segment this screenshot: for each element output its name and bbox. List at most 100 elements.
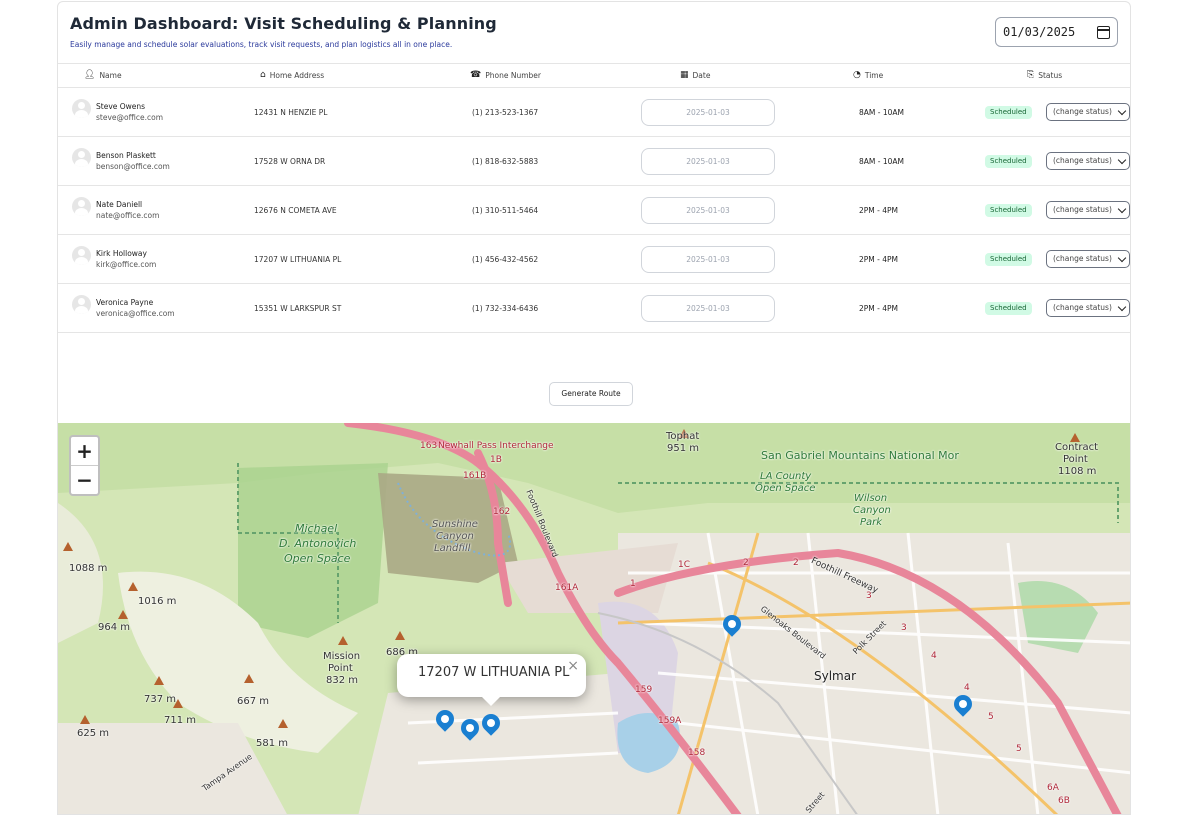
- home-icon: ⌂: [260, 70, 266, 80]
- row-phone: (1) 818-632-5883: [472, 157, 539, 166]
- row-name: Nate Daniell: [96, 200, 143, 209]
- map-label: Point: [1063, 454, 1088, 465]
- row-time: 8AM - 10AM: [859, 157, 904, 166]
- avatar: [72, 99, 91, 118]
- column-address: ⌂ Home Address: [260, 70, 325, 81]
- row-date-input[interactable]: 2025-01-03: [641, 246, 775, 273]
- avatar: [72, 246, 91, 265]
- change-status-label: (change status): [1053, 205, 1112, 214]
- map-label: Canyon: [853, 505, 891, 516]
- column-date: ▦ Date: [680, 71, 711, 81]
- avatar: [72, 295, 91, 314]
- table-row: Nate Daniell nate@office.com 12676 N COM…: [58, 186, 1130, 235]
- row-address: 17207 W LITHUANIA PL: [254, 255, 342, 264]
- zoom-control: + −: [69, 435, 100, 496]
- page-subtitle: Easily manage and schedule solar evaluat…: [70, 40, 453, 49]
- map-label: 163: [420, 441, 438, 451]
- change-status-select[interactable]: (change status): [1046, 299, 1130, 317]
- change-status-select[interactable]: (change status): [1046, 201, 1130, 219]
- generate-route-button[interactable]: Generate Route: [549, 382, 633, 406]
- table-row: Veronica Payne veronica@office.com 15351…: [58, 284, 1130, 333]
- map-label: Open Space: [284, 552, 351, 565]
- map-label: Point: [328, 663, 353, 674]
- column-time: ◔ Time: [853, 71, 883, 81]
- row-phone: (1) 456-432-4562: [472, 255, 539, 264]
- zoom-in-button[interactable]: +: [71, 437, 98, 466]
- chevron-down-icon: [1117, 253, 1127, 263]
- calendar-icon[interactable]: [1097, 25, 1110, 39]
- row-email: steve@office.com: [96, 113, 163, 122]
- map-label: 3: [901, 623, 907, 633]
- zoom-out-button[interactable]: −: [71, 466, 98, 494]
- phone-icon: ☎︎: [470, 70, 482, 80]
- map-label: 964 m: [98, 622, 131, 633]
- map-label: 2: [793, 558, 799, 568]
- map-label: 4: [931, 651, 937, 661]
- row-address: 12431 N HENZIE PL: [254, 108, 328, 117]
- map-label: Open Space: [755, 483, 816, 494]
- row-time: 2PM - 4PM: [859, 206, 899, 215]
- avatar: [72, 197, 91, 216]
- change-status-label: (change status): [1053, 254, 1112, 263]
- map-label: Newhall Pass Interchange: [438, 441, 554, 451]
- person-icon: 👤︎: [84, 70, 96, 80]
- row-date-input[interactable]: 2025-01-03: [641, 197, 775, 224]
- clipboard-icon: ⎘: [1027, 70, 1035, 80]
- row-date-input[interactable]: 2025-01-03: [641, 295, 775, 322]
- map-label: 159: [635, 685, 653, 695]
- row-name: Steve Owens: [96, 102, 146, 111]
- close-icon[interactable]: ×: [567, 658, 579, 674]
- map-label: Wilson: [854, 493, 888, 504]
- column-status: ⎘ Status: [1027, 70, 1063, 81]
- row-date-input[interactable]: 2025-01-03: [641, 148, 775, 175]
- map-label: 1016 m: [138, 596, 177, 607]
- row-time: 8AM - 10AM: [859, 108, 904, 117]
- column-name-label: Name: [99, 71, 122, 80]
- row-name: Kirk Holloway: [96, 249, 147, 258]
- table-row: Benson Plaskett benson@office.com 17528 …: [58, 137, 1130, 186]
- column-status-label: Status: [1038, 71, 1063, 80]
- table-row: Kirk Holloway kirk@office.com 17207 W LI…: [58, 235, 1130, 284]
- map-label: 4: [964, 683, 970, 693]
- row-phone: (1) 213-523-1367: [472, 108, 539, 117]
- map-label: 158: [688, 748, 706, 758]
- row-date-input[interactable]: 2025-01-03: [641, 99, 775, 126]
- row-phone: (1) 732-334-6436: [472, 304, 539, 313]
- map-label: 6A: [1047, 783, 1059, 793]
- change-status-select[interactable]: (change status): [1046, 103, 1130, 121]
- row-address: 12676 N COMETA AVE: [254, 206, 337, 215]
- map-label: 1C: [678, 560, 691, 570]
- row-phone: (1) 310-511-5464: [472, 206, 539, 215]
- table-header: 👤︎ Name ⌂ Home Address ☎︎ Phone Number ▦ Dat…: [58, 63, 1130, 88]
- row-address: 15351 W LARKSPUR ST: [254, 304, 342, 313]
- column-date-label: Date: [692, 71, 711, 80]
- change-status-label: (change status): [1053, 303, 1112, 312]
- map-label: Contract: [1055, 442, 1099, 453]
- avatar: [72, 148, 91, 167]
- row-time: 2PM - 4PM: [859, 255, 899, 264]
- chevron-down-icon: [1117, 302, 1127, 312]
- page-header: Admin Dashboard: Visit Scheduling & Plan…: [70, 14, 497, 49]
- change-status-select[interactable]: (change status): [1046, 152, 1130, 170]
- map-label: 5: [1016, 744, 1022, 754]
- map-label: 161B: [463, 471, 487, 481]
- column-phone: ☎︎ Phone Number: [470, 70, 541, 81]
- change-status-select[interactable]: (change status): [1046, 250, 1130, 268]
- date-filter-input[interactable]: 01/03/2025: [995, 17, 1118, 47]
- map-label: 832 m: [326, 675, 359, 686]
- map-label: 737 m: [144, 694, 177, 705]
- map-label: 6B: [1058, 796, 1070, 806]
- column-name: 👤︎ Name: [84, 70, 122, 81]
- map-tiles[interactable]: [58, 423, 1131, 815]
- map-label: 1: [630, 579, 636, 589]
- chevron-down-icon: [1117, 204, 1127, 214]
- change-status-label: (change status): [1053, 107, 1112, 116]
- map-label: 625 m: [77, 728, 110, 739]
- change-status-label: (change status): [1053, 156, 1112, 165]
- page-title: Admin Dashboard: Visit Scheduling & Plan…: [70, 14, 497, 33]
- map-label: Mission: [323, 651, 361, 662]
- route-map[interactable]: + − 163 Newhall Pass Interchange 1B 161B…: [58, 423, 1131, 815]
- dashboard-panel: Admin Dashboard: Visit Scheduling & Plan…: [57, 1, 1131, 815]
- map-label: 2: [743, 558, 749, 568]
- column-address-label: Home Address: [269, 71, 325, 80]
